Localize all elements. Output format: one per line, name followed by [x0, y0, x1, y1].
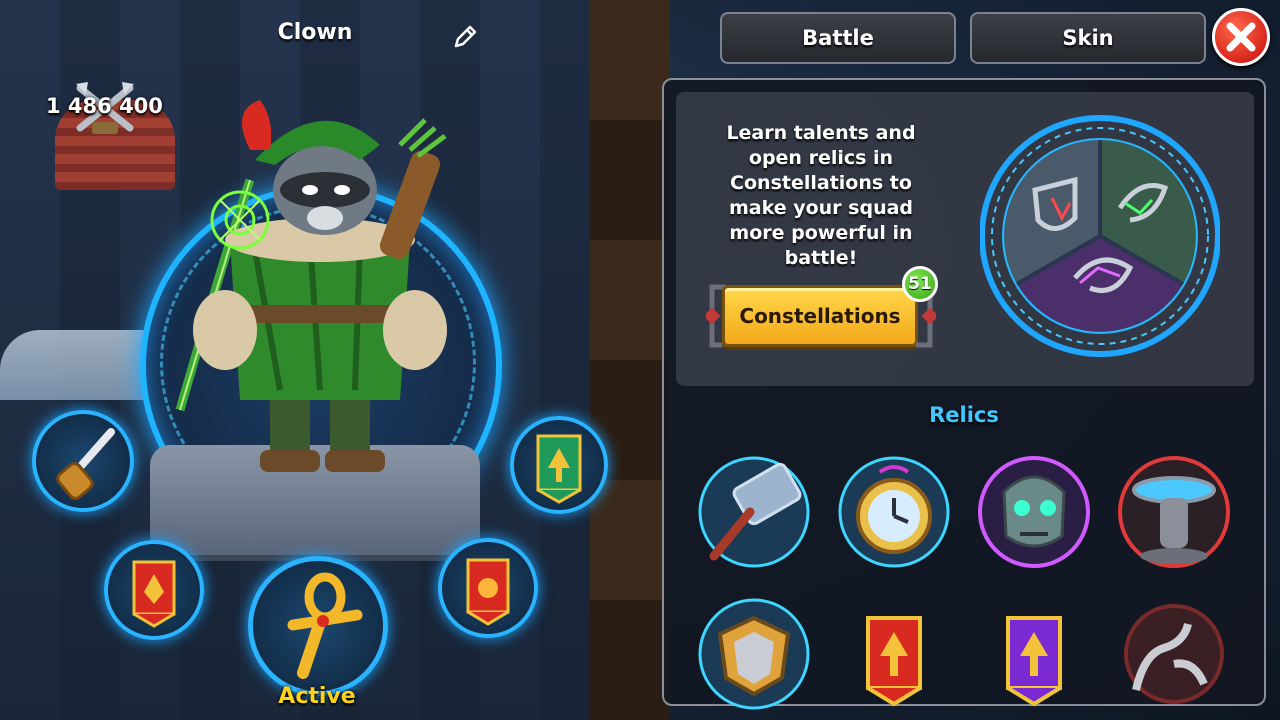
- green-banner-icon: [536, 434, 582, 504]
- tab-skin[interactable]: Skin: [970, 12, 1206, 64]
- red-banner-icon: [132, 560, 176, 628]
- hero-power-value: 1 486 400: [46, 94, 163, 118]
- relic-shield[interactable]: [694, 594, 814, 714]
- equipment-slot-banner-left[interactable]: [104, 540, 204, 640]
- skull-mask-icon: [978, 456, 1090, 568]
- close-icon: [1226, 22, 1256, 52]
- relic-fountain-statue[interactable]: [1114, 452, 1234, 572]
- purple-banner-icon: [1006, 616, 1062, 707]
- constellations-description: Learn talents and open relics in Constel…: [726, 122, 916, 269]
- relic-red-banner[interactable]: [834, 594, 954, 714]
- red-lantern-banner-icon: [466, 558, 510, 626]
- pocket-watch-icon: [838, 456, 950, 568]
- constellation-wheel-icon[interactable]: [980, 108, 1220, 364]
- shield-icon: [698, 598, 810, 710]
- equipment-slot-ankh[interactable]: [248, 556, 388, 696]
- hammer-icon: [698, 456, 810, 568]
- relic-skull-mask[interactable]: [974, 452, 1094, 572]
- equipment-slot-green-banner[interactable]: [510, 416, 608, 514]
- active-label: Active: [278, 684, 356, 709]
- equipment-slot-dagger[interactable]: [32, 410, 134, 512]
- relic-chains[interactable]: [1114, 594, 1234, 714]
- hero-name: Clown: [277, 20, 353, 45]
- fountain-statue-icon: [1118, 456, 1230, 568]
- close-button[interactable]: [1212, 8, 1270, 66]
- ankh-icon: [287, 572, 363, 679]
- red-banner-icon: [866, 616, 922, 707]
- constellations-badge: 51: [902, 266, 938, 302]
- background-wall: [590, 0, 670, 720]
- chains-icon: [1124, 604, 1224, 704]
- dagger-icon: [56, 428, 115, 500]
- relic-pocket-watch[interactable]: [834, 452, 954, 572]
- relic-purple-banner[interactable]: [974, 594, 1094, 714]
- relics-title: Relics: [929, 403, 999, 427]
- relic-hammer[interactable]: [694, 452, 814, 572]
- hero-portrait[interactable]: [160, 90, 480, 480]
- pencil-icon[interactable]: [450, 22, 480, 52]
- tab-battle[interactable]: Battle: [720, 12, 956, 64]
- constellations-button[interactable]: Constellations: [722, 285, 918, 347]
- equipment-slot-lantern[interactable]: [438, 538, 538, 638]
